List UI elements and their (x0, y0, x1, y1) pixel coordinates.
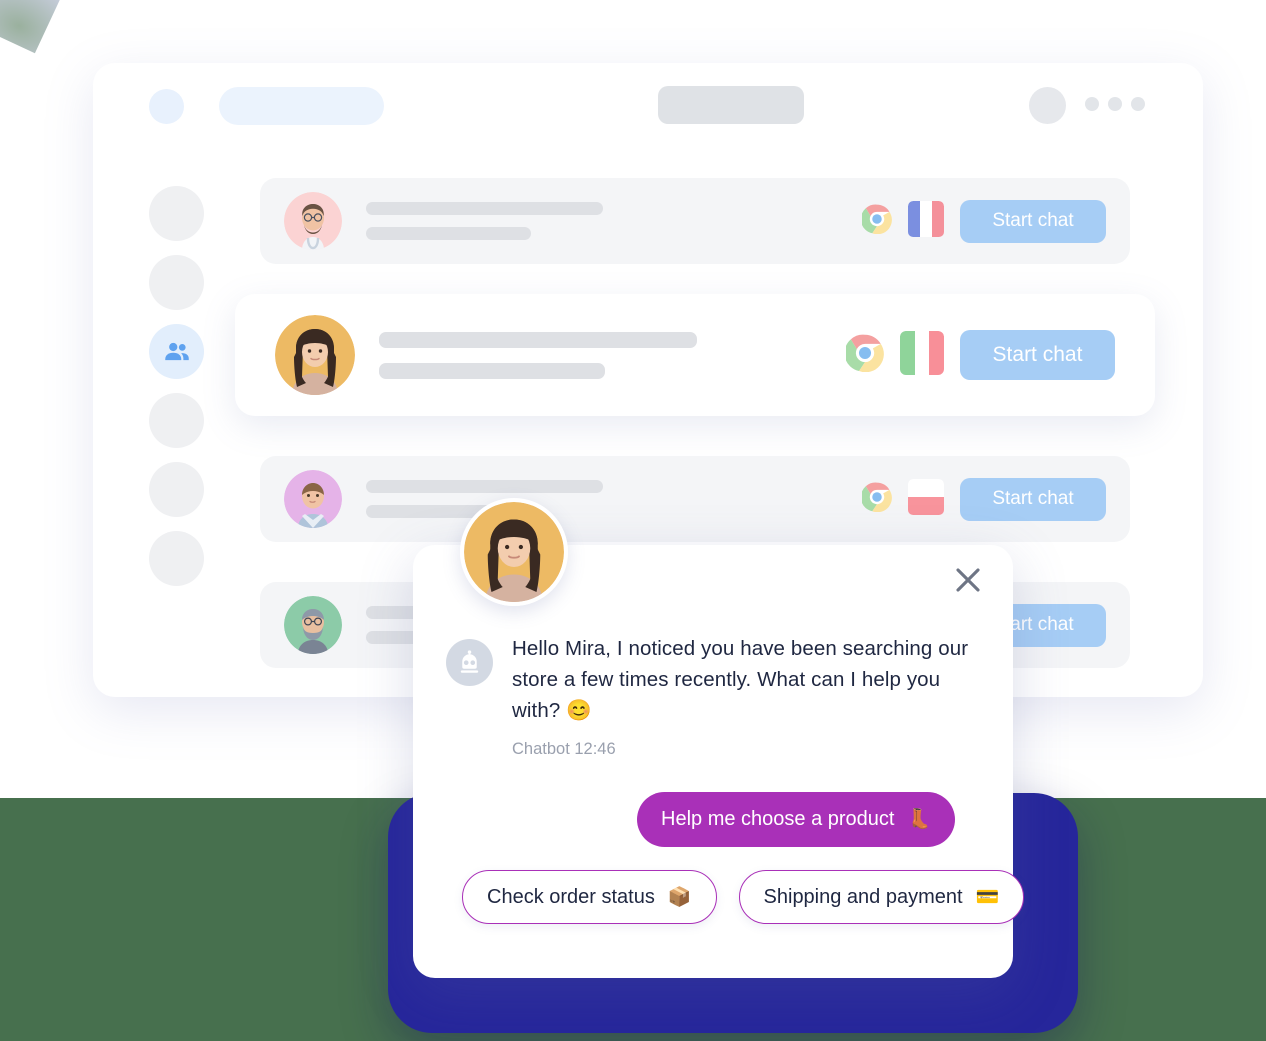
italy-flag (900, 330, 944, 380)
quick-reply-check-order-status[interactable]: Check order status 📦 (462, 870, 717, 924)
table-row[interactable]: Start chat (260, 178, 1130, 264)
boot-emoji-icon: 👢 (907, 809, 932, 830)
text-line (379, 331, 697, 348)
row-meta: Start chat (860, 199, 1106, 243)
text-line (366, 480, 603, 493)
man-avatar (284, 470, 342, 528)
robot-icon (446, 639, 493, 686)
chat-message-meta: Chatbot 12:46 (512, 740, 616, 758)
title-placeholder (658, 86, 804, 124)
chat-widget: Hello Mira, I noticed you have been sear… (413, 498, 1025, 978)
credit-card-emoji-icon: 💳 (975, 886, 1000, 908)
screenshot-stage: Start chat Start chat Start chat Start c… (0, 0, 1266, 1041)
start-chat-button[interactable]: Start chat (960, 199, 1106, 243)
start-chat-button[interactable]: Start chat (960, 330, 1115, 380)
app-header (93, 63, 1203, 145)
people-icon (162, 337, 192, 367)
package-emoji-icon: 📦 (667, 886, 692, 908)
sidebar (149, 186, 207, 600)
chrome-icon (860, 204, 892, 239)
text-line (366, 227, 531, 240)
table-row-featured[interactable]: Start chat (235, 294, 1155, 416)
quick-reply-help-me-choose-a-product[interactable]: Help me choose a product 👢 (637, 792, 956, 847)
row-meta: Start chat (860, 477, 1106, 521)
logo-placeholder (149, 89, 184, 124)
sidebar-item-6[interactable] (149, 531, 204, 586)
row-meta: Start chat (844, 330, 1115, 380)
search-placeholder[interactable] (219, 87, 384, 125)
sidebar-item-1[interactable] (149, 186, 204, 241)
chat-message: Hello Mira, I noticed you have been sear… (446, 633, 979, 759)
close-icon[interactable] (947, 559, 989, 601)
chat-message-text: Hello Mira, I noticed you have been sear… (512, 637, 969, 722)
dot (1131, 97, 1145, 111)
bearded-man-avatar (284, 596, 342, 654)
poland-flag (908, 478, 944, 520)
sidebar-item-visitors[interactable] (149, 324, 204, 379)
start-chat-button[interactable]: Start chat (960, 477, 1106, 521)
row-text-placeholders (366, 480, 862, 518)
table-row[interactable]: Start chat (260, 456, 1130, 542)
quick-reply-row: Check order status 📦 Shipping and paymen… (462, 870, 1025, 924)
row-text-placeholders (366, 202, 862, 240)
quick-reply-label: Shipping and payment (763, 885, 963, 908)
chrome-icon (860, 482, 892, 517)
row-text-placeholders (379, 331, 846, 379)
agent-avatar (460, 498, 568, 606)
text-line (366, 202, 603, 215)
text-line (379, 362, 605, 379)
avatar[interactable] (1029, 87, 1066, 124)
quick-reply-label: Help me choose a product (661, 808, 895, 830)
sidebar-item-4[interactable] (149, 393, 204, 448)
sidebar-item-5[interactable] (149, 462, 204, 517)
dot (1108, 97, 1122, 111)
woman-avatar (275, 315, 355, 395)
dot (1085, 97, 1099, 111)
doctor-avatar (284, 192, 342, 250)
sidebar-item-2[interactable] (149, 255, 204, 310)
more-dots-icon[interactable] (1085, 97, 1145, 111)
quick-reply-label: Check order status (487, 885, 655, 908)
france-flag (908, 200, 944, 242)
quick-reply-shipping-and-payment[interactable]: Shipping and payment 💳 (738, 870, 1025, 924)
chrome-icon (844, 334, 884, 377)
